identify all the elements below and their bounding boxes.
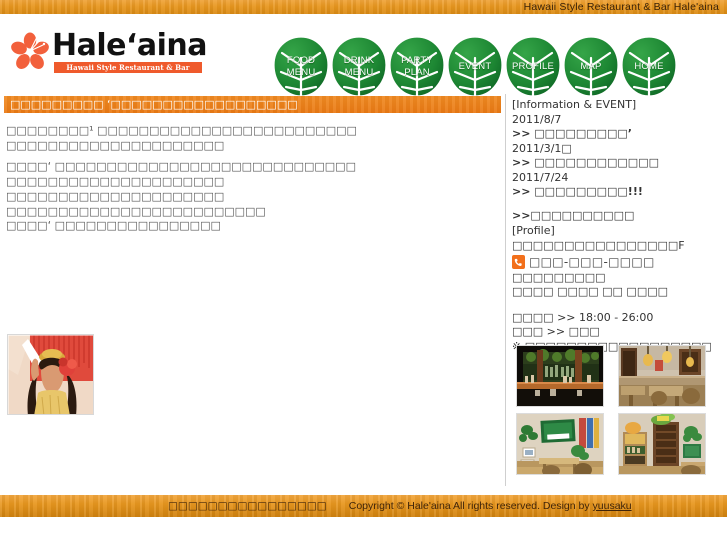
sidebar: [Information & EVENT] 2011/8/7 >> □□□□□□… bbox=[512, 90, 727, 488]
footer-copyright: Copyright © Hale'aina All rights reserve… bbox=[348, 500, 632, 512]
nav-item-profile[interactable]: PROFILE bbox=[504, 36, 562, 98]
body-paragraph-2: □□□□‘ □□□□□□□□□□□□□□□□□□□□□□□□□□□□□ □□□□… bbox=[6, 160, 356, 218]
news-archive-link[interactable]: >>□□□□□□□□□□ bbox=[512, 209, 727, 224]
dining-room-photo[interactable] bbox=[618, 345, 706, 407]
interior-photo-gallery bbox=[516, 345, 723, 485]
monstera-leaf-icon bbox=[447, 36, 503, 98]
bar-counter-photo[interactable] bbox=[516, 345, 604, 407]
profile-phone-row: □□□-□□□-□□□□ bbox=[512, 255, 727, 270]
footer-content: □□□□□□□□□□□□□□□□ Copyright © Hale'aina A… bbox=[168, 495, 632, 517]
news-link[interactable]: >> □□□□□□□□□!!! bbox=[512, 185, 727, 200]
nav-item-home[interactable]: HOME bbox=[620, 36, 678, 98]
nav-item-party-plan[interactable]: PARTY PLAN bbox=[388, 36, 446, 98]
main-column: □□□□□□□□□ ‘□□□□□□□□□□□□□□□□□□ □□□□□□□□¹ … bbox=[0, 90, 505, 488]
phone-icon bbox=[512, 255, 525, 270]
site-tagline: Hawaii Style Restaurant & Bar Hale'aina bbox=[523, 1, 719, 13]
top-wood-bar: Hawaii Style Restaurant & Bar Hale'aina bbox=[0, 0, 727, 14]
information-event-block: [Information & EVENT] 2011/8/7 >> □□□□□□… bbox=[512, 98, 727, 223]
monstera-leaf-icon bbox=[331, 36, 387, 98]
nav-item-map[interactable]: MAP bbox=[562, 36, 620, 98]
profile-phone-number: □□□-□□□-□□□□ bbox=[529, 255, 655, 269]
logo-tagline: Hawaii Style Restaurant & Bar bbox=[54, 62, 202, 73]
news-date: 2011/8/7 bbox=[512, 112, 562, 126]
nav-item-drink-menu[interactable]: DRINK MENU bbox=[330, 36, 388, 98]
page-title: □□□□□□□□□ ‘□□□□□□□□□□□□□□□□□□ bbox=[4, 96, 501, 113]
monstera-leaf-icon bbox=[505, 36, 561, 98]
site-header: Hale‘aina Hawaii Style Restaurant & Bar … bbox=[0, 14, 727, 98]
news-link[interactable]: >> □□□□□□□□□□□□ bbox=[512, 156, 727, 171]
column-divider bbox=[505, 94, 506, 486]
profile-block: [Profile] □□□□□□□□□□□□□□□□F □□□-□□□-□□□□… bbox=[512, 224, 727, 354]
content-area: □□□□□□□□□ ‘□□□□□□□□□□□□□□□□□□ □□□□□□□□¹ … bbox=[0, 90, 727, 488]
information-heading: [Information & EVENT] bbox=[512, 98, 637, 111]
body-paragraph-1: □□□□□□□□¹ □□□□□□□□□□□□□□□□□□□□□□□□□ □□□□… bbox=[6, 124, 357, 152]
nav-item-event[interactable]: EVENT bbox=[446, 36, 504, 98]
profile-line-3: □□□□□□□□□ bbox=[512, 270, 606, 284]
footer-left-text: □□□□□□□□□□□□□□□□ bbox=[168, 500, 327, 512]
page-root: Hawaii Style Restaurant & Bar Hale'aina bbox=[0, 0, 727, 545]
news-date: 2011/7/24 bbox=[512, 170, 569, 184]
business-hours: □□□□ >> 18:00 - 26:00 bbox=[512, 310, 654, 324]
designer-link[interactable]: yuusaku bbox=[593, 500, 632, 512]
profile-line-4: □□□□ □□□□ □□ □□□□ bbox=[512, 285, 668, 298]
hawaii-sign-wall-photo[interactable] bbox=[516, 413, 604, 475]
hula-dancer-photo bbox=[7, 334, 94, 415]
entrance-corner-photo[interactable] bbox=[618, 413, 706, 475]
body-paragraph-3: □□□□‘ □□□□□□□□□□□□□□□□ bbox=[6, 219, 221, 232]
monstera-leaf-icon bbox=[389, 36, 445, 98]
hibiscus-flower-icon bbox=[10, 32, 50, 72]
monstera-leaf-icon bbox=[621, 36, 677, 98]
site-logo[interactable]: Hale‘aina Hawaii Style Restaurant & Bar bbox=[10, 30, 260, 80]
profile-heading: [Profile] bbox=[512, 224, 555, 237]
monstera-leaf-icon bbox=[273, 36, 329, 98]
site-footer: □□□□□□□□□□□□□□□□ Copyright © Hale'aina A… bbox=[0, 495, 727, 517]
logo-wordmark: Hale‘aina bbox=[52, 28, 208, 63]
profile-address: □□□□□□□□□□□□□□□□F bbox=[512, 238, 685, 252]
news-link[interactable]: >> □□□□□□□□□’ bbox=[512, 127, 727, 142]
nav-item-food-menu[interactable]: FOOD MENU bbox=[272, 36, 330, 98]
closed-days: □□□ >> □□□ bbox=[512, 325, 600, 338]
monstera-leaf-icon bbox=[563, 36, 619, 98]
news-date: 2011/3/1□ bbox=[512, 141, 572, 155]
